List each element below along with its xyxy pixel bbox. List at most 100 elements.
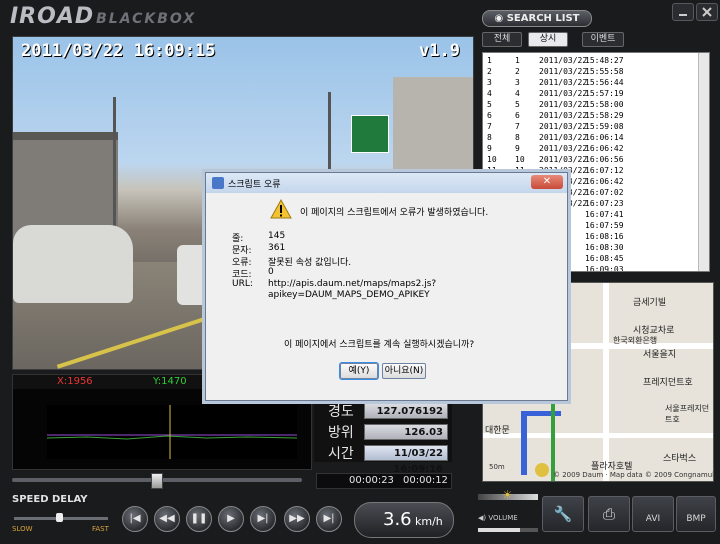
list-cell: 2011/03/22 (539, 67, 588, 76)
list-row[interactable]: 3 3 2011/03/22 15:56:44 (483, 77, 709, 88)
list-row[interactable]: 7 7 2011/03/22 15:59:08 (483, 121, 709, 132)
last-button[interactable]: ▶| (316, 506, 342, 532)
list-cell: 2011/03/22 (539, 56, 588, 65)
speed-value: 3.6 (383, 509, 412, 530)
list-cell: 15:55:58 (585, 67, 624, 76)
list-cell: 10 (515, 155, 525, 164)
map-label: 금세기빌 (633, 298, 667, 308)
list-cell: 15:57:19 (585, 89, 624, 98)
pause-icon: ❚❚ (190, 513, 208, 524)
tab-all[interactable]: 전체 (482, 32, 522, 47)
list-cell: 2011/03/22 (539, 133, 588, 142)
list-cell: 16:08:16 (585, 232, 624, 241)
location-marker-icon (535, 463, 549, 477)
list-cell: 15:56:44 (585, 78, 624, 87)
heading-label: 방위 (328, 425, 354, 441)
tab-event[interactable]: 이벤트 (582, 32, 624, 47)
list-cell: 16:06:56 (585, 155, 624, 164)
speaker-icon: ◀) (478, 514, 489, 522)
longitude-label: 경도 (328, 404, 354, 420)
dialog-close-button[interactable]: ✕ (531, 175, 563, 189)
speed-delay-label: SPEED DELAY (12, 494, 88, 505)
save-avi-button[interactable]: AVI (632, 496, 674, 532)
volume-slider[interactable] (478, 528, 538, 532)
timeline-thumb[interactable] (151, 473, 163, 489)
list-cell: 15:48:27 (585, 56, 624, 65)
list-cell: 16:09:03 (585, 265, 624, 272)
list-cell: 2 (487, 67, 492, 76)
list-cell: 16:07:59 (585, 221, 624, 230)
list-row[interactable]: 2 2 2011/03/22 15:55:58 (483, 66, 709, 77)
list-cell: 16:07:02 (585, 188, 624, 197)
list-cell: 16:07:23 (585, 199, 624, 208)
speed-delay-thumb[interactable] (56, 513, 63, 522)
search-list-title: ◉ SEARCH LIST (482, 10, 592, 27)
list-cell: 4 (487, 89, 492, 98)
minimize-button[interactable] (672, 3, 694, 21)
list-row[interactable]: 1 1 2011/03/22 15:48:27 (483, 55, 709, 66)
error-value: 잘못된 속성 값입니다. (268, 258, 352, 268)
list-cell: 15:58:00 (585, 100, 624, 109)
tab-normal[interactable]: 상시 (528, 32, 568, 47)
step-forward-button[interactable]: ▶| (250, 506, 276, 532)
heading-value: 126.03 (364, 424, 448, 440)
route-line (521, 411, 527, 475)
close-icon: ✕ (542, 176, 552, 187)
url-label: URL: (232, 279, 253, 289)
list-cell: 16:06:42 (585, 177, 624, 186)
list-cell: 2011/03/22 (539, 144, 588, 153)
char-value: 361 (268, 243, 286, 253)
save-bmp-button[interactable]: BMP (676, 496, 716, 532)
map-scale: 50m (489, 463, 505, 471)
remaining-time: 00:00:12 (403, 475, 448, 486)
play-button[interactable]: ▶ (218, 506, 244, 532)
settings-button[interactable]: 🔧 (542, 496, 584, 532)
dialog-title: 스크립트 오류 (228, 180, 281, 190)
list-row[interactable]: 4 4 2011/03/22 15:57:19 (483, 88, 709, 99)
app-icon (212, 177, 224, 189)
list-cell: 2011/03/22 (539, 78, 588, 87)
list-scrollbar[interactable] (698, 53, 709, 271)
list-cell: 10 (487, 155, 497, 164)
dialog-titlebar: 스크립트 오류 ✕ (206, 173, 567, 193)
no-button[interactable]: 아니요(N) (382, 363, 426, 379)
skip-start-icon: |◀ (129, 513, 141, 524)
map-copyright: © 2009 Daum · Map data © 2009 Congnamul (553, 471, 714, 479)
slow-label: SLOW (12, 525, 33, 533)
list-cell: 6 (487, 111, 492, 120)
close-button[interactable] (696, 3, 718, 21)
list-row[interactable]: 9 9 2011/03/22 16:06:42 (483, 143, 709, 154)
print-button[interactable]: ⎙ (588, 496, 630, 532)
time-label: 시간 (328, 446, 354, 462)
longitude-value: 127.076192 (364, 403, 448, 419)
elapsed-time: 00:00:23 (349, 475, 394, 486)
minimize-icon (679, 14, 687, 16)
list-cell: 16:07:12 (585, 166, 624, 175)
list-cell: 4 (515, 89, 520, 98)
taxi-car (13, 225, 133, 303)
list-row[interactable]: 6 6 2011/03/22 15:58:29 (483, 110, 709, 121)
list-cell: 6 (515, 111, 520, 120)
first-button[interactable]: |◀ (122, 506, 148, 532)
play-icon: ▶ (227, 513, 235, 524)
brand-main: IROAD (10, 4, 95, 29)
list-row[interactable]: 5 5 2011/03/22 15:58:00 (483, 99, 709, 110)
speed-unit: km/h (415, 515, 443, 528)
time-display: 00:00:23 00:00:12 (316, 473, 452, 489)
fast-forward-button[interactable]: ▶▶ (284, 506, 310, 532)
list-cell: 16:07:41 (585, 210, 624, 219)
road-sign (351, 115, 389, 153)
list-row[interactable]: 8 8 2011/03/22 16:06:14 (483, 132, 709, 143)
x-axis-value: X:1956 (57, 376, 93, 387)
list-cell: 2011/03/22 (539, 89, 588, 98)
url-value-line2: apikey=DAUM_MAPS_DEMO_APIKEY (268, 290, 430, 300)
rewind-button[interactable]: ◀◀ (154, 506, 180, 532)
building-roof (13, 132, 118, 140)
close-icon (702, 7, 712, 17)
list-row[interactable]: 10 10 2011/03/22 16:06:56 (483, 154, 709, 165)
step-forward-icon: ▶| (257, 513, 269, 524)
list-cell: 16:08:30 (585, 243, 624, 252)
pause-button[interactable]: ❚❚ (186, 506, 212, 532)
yes-button[interactable]: 예(Y) (340, 363, 378, 379)
list-cell: 9 (515, 144, 520, 153)
